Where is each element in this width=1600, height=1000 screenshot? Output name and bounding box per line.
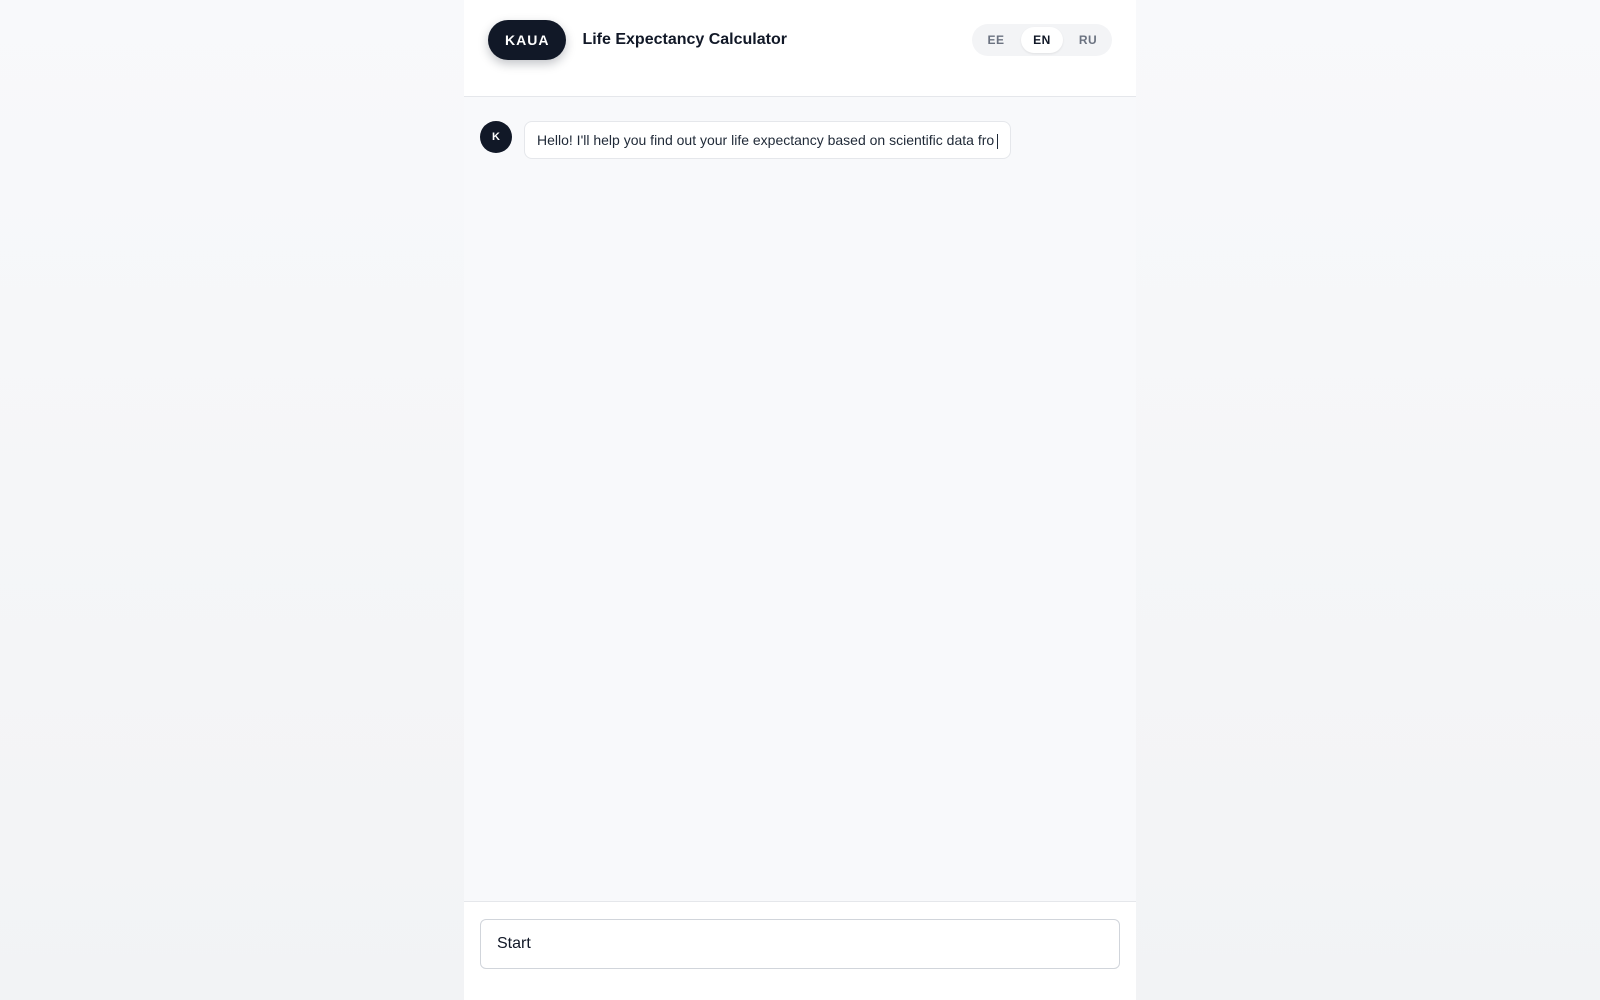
message-bubble: Hello! I'll help you find out your life … [524, 121, 1012, 159]
assistant-avatar: K [480, 121, 512, 153]
assistant-message: K Hello! I'll help you find out your lif… [480, 121, 1120, 159]
language-en-button[interactable]: EN [1021, 27, 1063, 53]
start-input[interactable] [480, 919, 1120, 969]
footer [464, 901, 1136, 1000]
logo-button[interactable]: KAUA [488, 20, 567, 60]
typing-caret [997, 133, 999, 149]
language-ru-button[interactable]: RU [1067, 27, 1109, 53]
page-title: Life Expectancy Calculator [582, 31, 787, 48]
message-text: Hello! I'll help you find out your life … [537, 132, 995, 148]
language-switcher: EE EN RU [972, 24, 1112, 56]
chat-area: K Hello! I'll help you find out your lif… [464, 97, 1136, 901]
app-container: KAUA Life Expectancy Calculator EE EN RU… [464, 0, 1136, 1000]
language-ee-button[interactable]: EE [975, 27, 1017, 53]
header: KAUA Life Expectancy Calculator EE EN RU [464, 0, 1136, 97]
